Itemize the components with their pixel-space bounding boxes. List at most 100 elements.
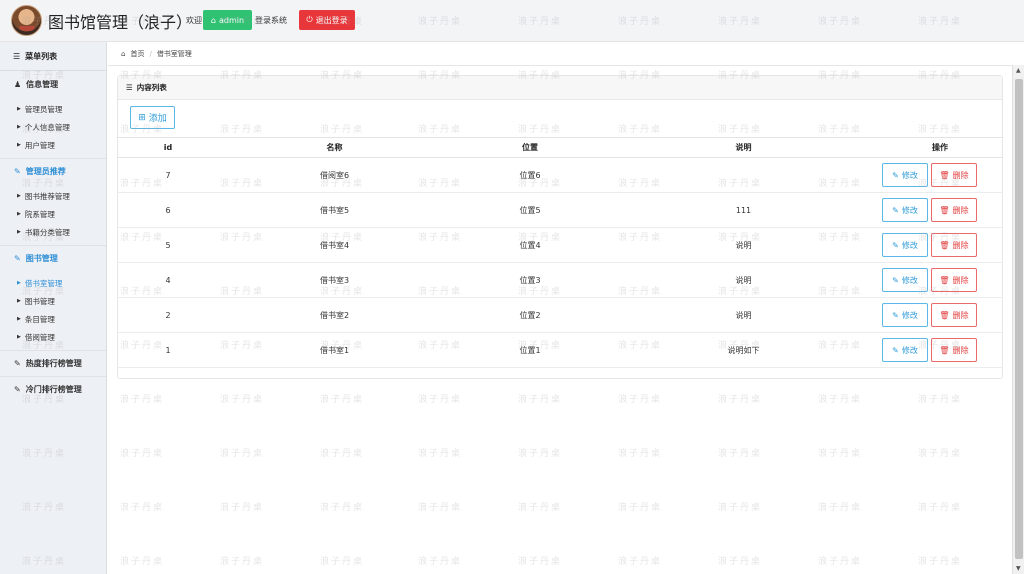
caret-right-icon: ▶ (17, 124, 21, 130)
user-button[interactable]: ⌂ admin (203, 10, 252, 30)
sidebar-item-reading-room[interactable]: ▶ 借书室管理 (0, 274, 106, 292)
sidebar-item-borrowing[interactable]: ▶ 借阅管理 (0, 328, 106, 346)
breadcrumb-separator: / (149, 50, 152, 58)
edit-icon: ✎ (892, 275, 899, 285)
edit-button-label: 修改 (901, 205, 918, 215)
delete-button-label: 删除 (952, 275, 969, 285)
column-header-id: id (117, 137, 219, 158)
logo-avatar (11, 5, 42, 36)
breadcrumb-home[interactable]: 首页 (130, 49, 144, 59)
edit-button-label: 修改 (901, 345, 918, 355)
delete-button[interactable]: 🗑 删除 (931, 233, 977, 257)
sidebar-group-books[interactable]: ✎ 图书管理 (0, 245, 106, 271)
cell-name: 借书室2 (219, 297, 450, 333)
table-header-row: id 名称 位置 说明 操作 (117, 137, 1003, 158)
edit-button[interactable]: ✎ 修改 (882, 338, 928, 362)
panel-title: 内容列表 (136, 83, 167, 92)
sidebar-item-books[interactable]: ▶ 图书管理 (0, 292, 106, 310)
sidebar-item-entries[interactable]: ▶ 条目管理 (0, 310, 106, 328)
list-icon: ☰ (13, 51, 21, 61)
sidebar-sublist-books: ▶ 借书室管理 ▶ 图书管理 ▶ 条目管理 ▶ 借阅管理 (0, 271, 106, 350)
sidebar-group-cold-ranking[interactable]: ✎ 冷门排行榜管理 (0, 376, 106, 402)
cell-description: 111 (610, 192, 877, 228)
sidebar-sublist-info: ▶ 管理员管理 ▶ 个人信息管理 ▶ 用户管理 (0, 97, 106, 158)
app-title: 图书馆管理（浪子） (48, 13, 193, 32)
sidebar-item-book-recommend[interactable]: ▶ 图书推荐管理 (0, 187, 106, 205)
edit-icon: ✎ (14, 167, 21, 176)
sidebar-item-profile[interactable]: ▶ 个人信息管理 (0, 118, 106, 136)
table-row: 2 借书室2 位置2 说明 ✎ 修改 🗑 删除 (117, 297, 1003, 333)
delete-button[interactable]: 🗑 删除 (931, 303, 977, 327)
trash-icon: 🗑 (939, 170, 950, 180)
column-header-position: 位置 (450, 137, 610, 158)
add-button-label: 添加 (148, 114, 167, 124)
top-header: 图书馆管理（浪子） 欢迎 ⌂ admin 登录系统 ⏻ 退出登录 (0, 0, 1024, 42)
sidebar-group-hot-ranking[interactable]: ✎ 热度排行榜管理 (0, 350, 106, 376)
trash-icon: 🗑 (939, 345, 950, 355)
caret-right-icon: ▶ (17, 280, 21, 286)
sidebar-item-label: 借阅管理 (24, 332, 55, 342)
edit-icon: ✎ (892, 240, 899, 250)
edit-button[interactable]: ✎ 修改 (882, 303, 928, 327)
table-row: 4 借书室3 位置3 说明 ✎ 修改 🗑 删除 (117, 262, 1003, 298)
edit-icon: ✎ (892, 205, 899, 215)
cell-position: 位置2 (450, 297, 610, 333)
edit-button[interactable]: ✎ 修改 (882, 268, 928, 292)
menu-title: ☰ 菜单列表 (0, 42, 106, 71)
edit-icon: ✎ (892, 170, 899, 180)
sidebar-item-categories[interactable]: ▶ 书籍分类管理 (0, 223, 106, 241)
cell-name: 借书室1 (219, 332, 450, 368)
scroll-down-arrow-icon[interactable]: ▼ (1016, 565, 1021, 572)
cell-position: 位置4 (450, 227, 610, 263)
cell-actions: ✎ 修改 🗑 删除 (877, 297, 1003, 333)
user-button-label: admin (219, 15, 245, 25)
sidebar-item-label: 图书管理 (24, 296, 55, 306)
sidebar-item-admin[interactable]: ▶ 管理员管理 (0, 100, 106, 118)
edit-icon: ✎ (14, 254, 21, 263)
edit-icon: ✎ (892, 310, 899, 320)
cell-position: 位置5 (450, 192, 610, 228)
scrollbar-thumb[interactable] (1015, 79, 1023, 559)
plus-square-icon: ⊞ (138, 112, 146, 123)
logout-button[interactable]: ⏻ 退出登录 (299, 10, 355, 30)
delete-button[interactable]: 🗑 删除 (931, 198, 977, 222)
home-icon: ⌂ (121, 50, 126, 58)
welcome-text: 欢迎 (186, 16, 202, 25)
delete-button-label: 删除 (952, 240, 969, 250)
table-row: 5 借书室4 位置4 说明 ✎ 修改 🗑 删除 (117, 227, 1003, 263)
table-row: 7 借阅室6 位置6 ✎ 修改 🗑 删除 (117, 157, 1003, 193)
edit-button[interactable]: ✎ 修改 (882, 198, 928, 222)
cell-description: 说明 (610, 297, 877, 333)
caret-right-icon: ▶ (17, 298, 21, 304)
delete-button[interactable]: 🗑 删除 (931, 163, 977, 187)
add-button[interactable]: ⊞ 添加 (130, 106, 175, 129)
cell-actions: ✎ 修改 🗑 删除 (877, 192, 1003, 228)
edit-button[interactable]: ✎ 修改 (882, 233, 928, 257)
cell-name: 借阅室6 (219, 157, 450, 193)
cell-actions: ✎ 修改 🗑 删除 (877, 332, 1003, 368)
vertical-scrollbar[interactable]: ▲ ▼ (1012, 65, 1024, 574)
caret-right-icon: ▶ (17, 316, 21, 322)
table-row: 1 借书室1 位置1 说明如下 ✎ 修改 🗑 删除 (117, 332, 1003, 368)
sidebar-item-label: 条目管理 (24, 314, 55, 324)
delete-button[interactable]: 🗑 删除 (931, 268, 977, 292)
cell-description (610, 157, 877, 193)
content-table: id 名称 位置 说明 操作 7 借阅室6 位置6 ✎ 修改 🗑 删除 6 借书室5… (117, 137, 1003, 368)
caret-right-icon: ▶ (17, 106, 21, 112)
cell-id: 6 (117, 192, 219, 228)
sidebar-group-info[interactable]: ♟ 信息管理 (0, 71, 106, 97)
sidebar-group-recommend[interactable]: ✎ 管理员推荐 (0, 158, 106, 184)
cell-id: 5 (117, 227, 219, 263)
sidebar-item-users[interactable]: ▶ 用户管理 (0, 136, 106, 154)
sidebar-group-label: 图书管理 (25, 254, 58, 263)
delete-button[interactable]: 🗑 删除 (931, 338, 977, 362)
edit-button[interactable]: ✎ 修改 (882, 163, 928, 187)
delete-button-label: 删除 (952, 345, 969, 355)
scroll-up-arrow-icon[interactable]: ▲ (1016, 67, 1021, 74)
delete-button-label: 删除 (952, 170, 969, 180)
sidebar-item-label: 借书室管理 (24, 278, 63, 288)
sidebar-item-label: 管理员管理 (24, 104, 63, 114)
cell-description: 说明 (610, 227, 877, 263)
table-row: 6 借书室5 位置5 111 ✎ 修改 🗑 删除 (117, 192, 1003, 228)
sidebar-item-departments[interactable]: ▶ 院系管理 (0, 205, 106, 223)
